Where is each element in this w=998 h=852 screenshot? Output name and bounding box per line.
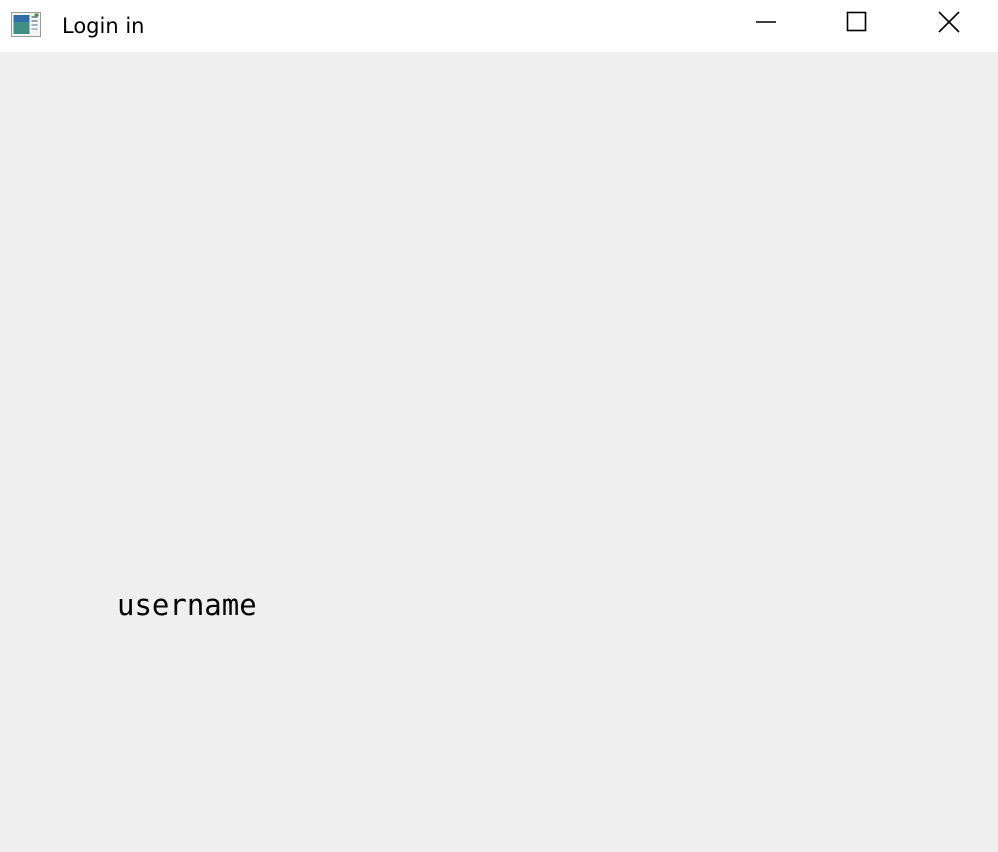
title-bar[interactable]: Login in [0,0,998,52]
minimize-icon [755,11,777,37]
close-icon [938,11,960,37]
maximize-icon [846,11,868,37]
minimize-button[interactable] [720,0,812,48]
window-title: Login in [62,14,145,38]
window-client-area: username [0,52,998,852]
username-label: username [117,588,257,622]
login-window: Login in username [0,0,998,852]
maximize-button[interactable] [811,0,903,48]
application-window-icon [11,12,41,37]
close-button[interactable] [903,0,995,48]
